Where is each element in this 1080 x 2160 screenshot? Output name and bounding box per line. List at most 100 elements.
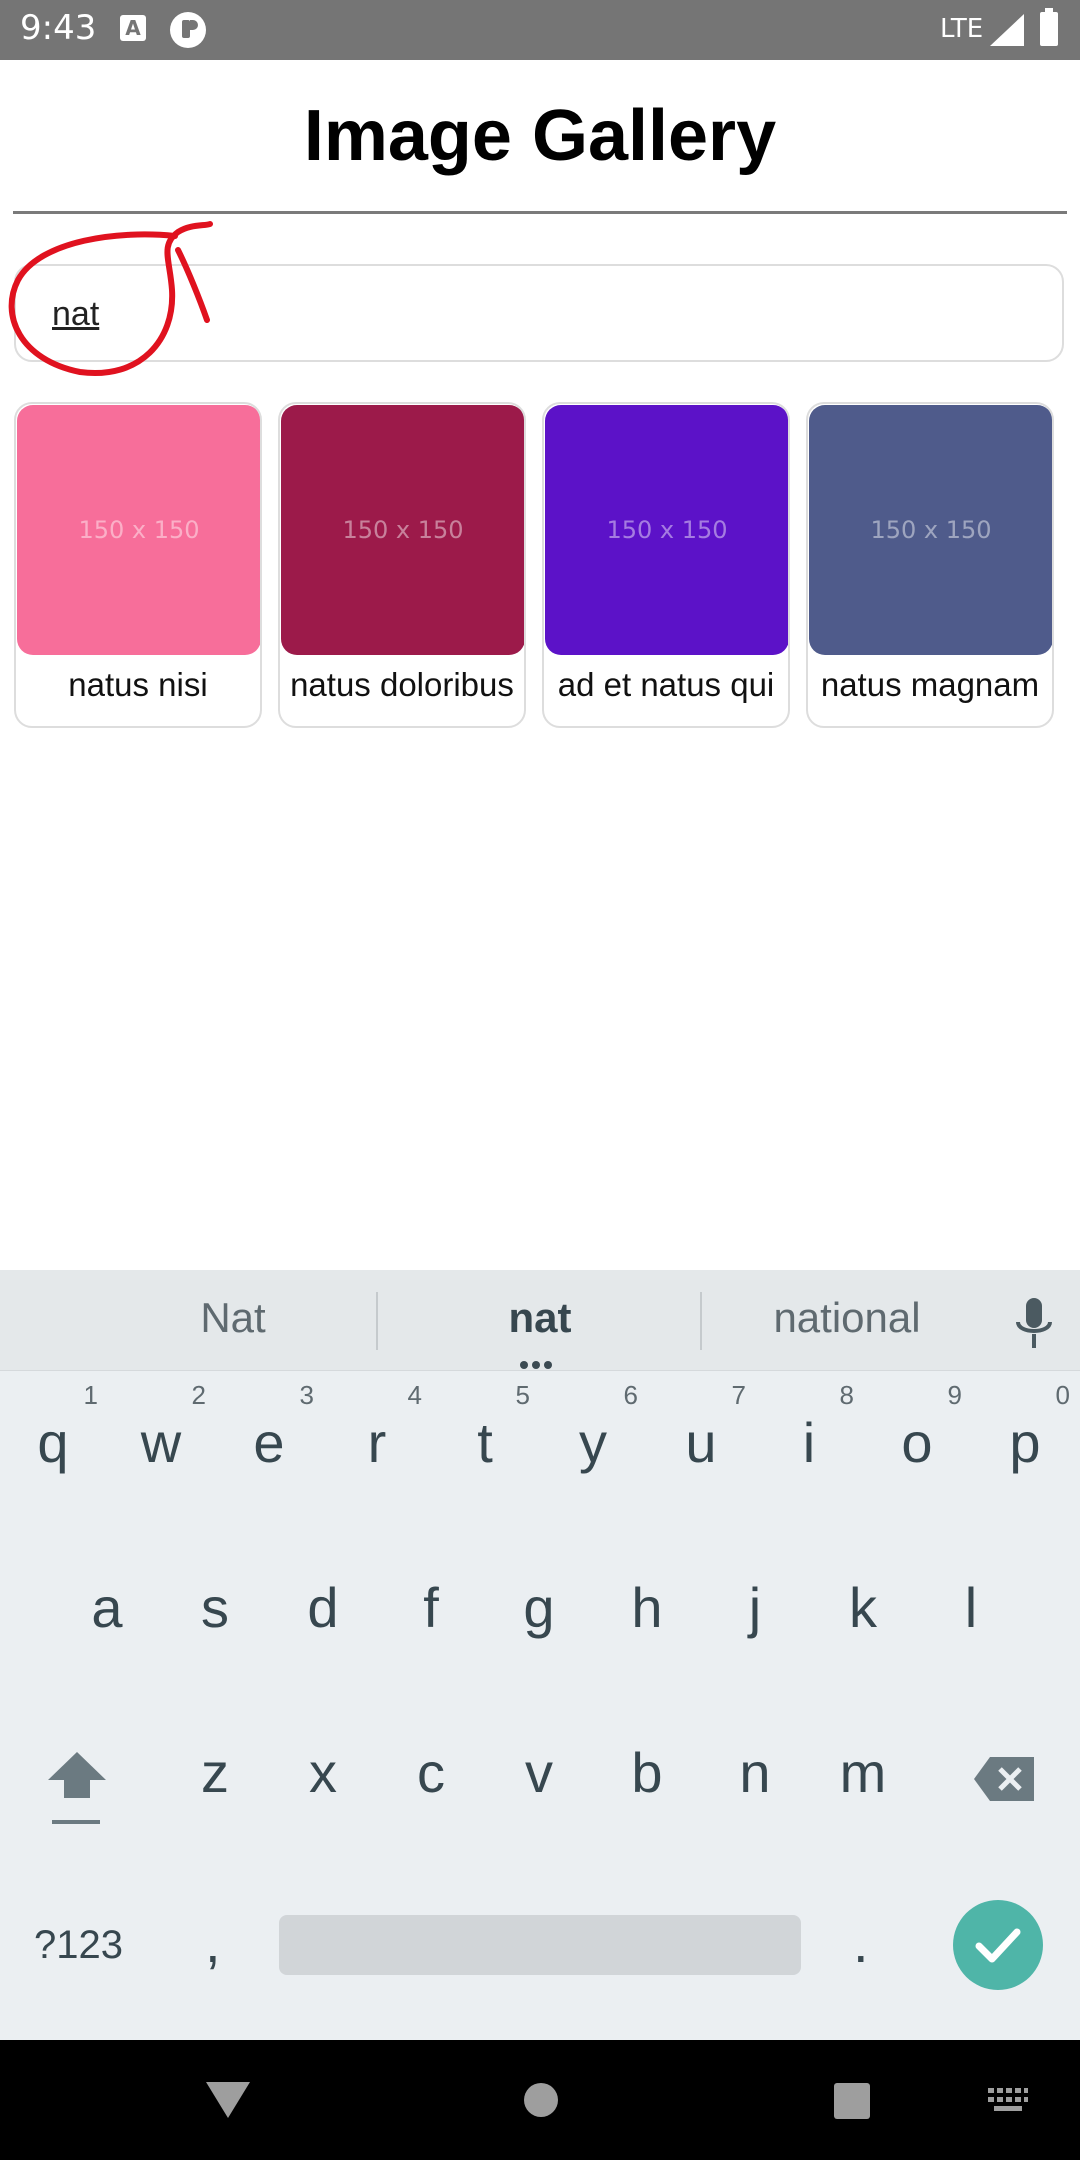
gallery-card[interactable]: 150 x 150 natus nisi [14,402,262,728]
gallery-card[interactable]: 150 x 150 ad et natus qui [542,402,790,728]
gallery-grid: 150 x 150 natus nisi 150 x 150 natus dol… [14,402,1068,732]
backspace-key[interactable] [972,1755,1036,1803]
key-w[interactable]: 2w [116,1380,206,1500]
header-divider [13,211,1067,214]
key-letter: z [201,1741,229,1804]
key-t[interactable]: 5t [440,1380,530,1500]
key-letter: c [417,1741,445,1804]
space-bar[interactable] [279,1915,801,1975]
card-caption: ad et natus qui [557,666,775,703]
key-j[interactable]: j [710,1545,800,1665]
key-g[interactable]: g [494,1545,584,1665]
key-e[interactable]: 3e [224,1380,314,1500]
key-b[interactable]: b [602,1710,692,1830]
key-number-hint: 4 [407,1380,422,1410]
key-l[interactable]: l [926,1545,1016,1665]
key-letter: o [901,1411,933,1474]
key-a[interactable]: a [62,1545,152,1665]
card-image: 150 x 150 [17,405,260,655]
key-letter: v [525,1741,553,1804]
key-number-hint: 0 [1055,1380,1070,1410]
navigation-bar [0,2040,1080,2160]
key-h[interactable]: h [602,1545,692,1665]
gallery-card[interactable]: 150 x 150 natus doloribus [278,402,526,728]
signal-icon [990,14,1024,46]
key-letter: f [423,1576,439,1639]
suggestion-item[interactable]: nat [460,1294,620,1342]
back-icon[interactable] [206,2082,250,2118]
suggestion-separator [376,1292,378,1350]
card-caption: natus magnam [820,666,1040,703]
shift-key[interactable] [42,1750,112,1840]
key-letter: u [685,1411,717,1474]
keyboard-switch-icon[interactable] [988,2088,1028,2114]
suggestion-item[interactable]: Nat [150,1294,316,1342]
card-caption: natus nisi [68,666,208,703]
key-letter: y [579,1411,607,1474]
card-image: 150 x 150 [809,405,1052,655]
key-letter: p [1009,1411,1041,1474]
recent-apps-icon[interactable] [834,2083,870,2119]
key-letter: q [37,1411,69,1474]
key-r[interactable]: 4r [332,1380,422,1500]
key-number-hint: 3 [299,1380,314,1410]
period-key[interactable]: . [853,1910,869,1975]
key-letter: a [91,1576,123,1639]
key-number-hint: 6 [623,1380,638,1410]
more-suggestions-dots[interactable] [520,1356,560,1369]
key-letter: t [477,1411,493,1474]
key-n[interactable]: n [710,1710,800,1830]
key-letter: k [849,1576,877,1639]
key-letter: l [964,1576,978,1639]
comma-key[interactable]: , [205,1910,221,1975]
gallery-card[interactable]: 150 x 150 natus magnam [806,402,1054,728]
key-c[interactable]: c [386,1710,476,1830]
checkmark-icon [975,1928,1021,1963]
annotation-circle [8,221,213,377]
key-letter: j [748,1576,762,1639]
symbols-key[interactable]: ?123 [34,1923,123,1968]
key-letter: d [307,1576,339,1639]
key-letter: s [201,1576,229,1639]
card-caption: natus doloribus [290,666,514,703]
key-letter: g [523,1576,555,1639]
microphone-icon[interactable] [1014,1298,1054,1350]
key-z[interactable]: z [170,1710,260,1830]
key-letter: w [140,1411,182,1474]
key-letter: e [253,1411,285,1474]
key-letter: b [631,1741,663,1804]
key-u[interactable]: 7u [656,1380,746,1500]
key-p[interactable]: 0p [980,1380,1070,1500]
notification-p-icon [170,12,206,48]
network-type: LTE [940,14,984,44]
status-time: 9:43 [20,8,97,48]
key-d[interactable]: d [278,1545,368,1665]
page-title: Image Gallery [303,96,777,176]
enter-key[interactable] [953,1900,1043,1990]
key-letter: m [839,1741,887,1804]
key-number-hint: 1 [83,1380,98,1410]
key-s[interactable]: s [170,1545,260,1665]
key-v[interactable]: v [494,1710,584,1830]
key-x[interactable]: x [278,1710,368,1830]
key-number-hint: 9 [947,1380,962,1410]
key-o[interactable]: 9o [872,1380,962,1500]
key-number-hint: 2 [191,1380,206,1410]
key-f[interactable]: f [386,1545,476,1665]
key-letter: n [739,1741,771,1804]
key-number-hint: 8 [839,1380,854,1410]
key-letter: i [802,1411,816,1474]
notification-a-icon: A [120,15,146,41]
key-number-hint: 7 [731,1380,746,1410]
key-q[interactable]: 1q [8,1380,98,1500]
key-k[interactable]: k [818,1545,908,1665]
card-image: 150 x 150 [281,405,524,655]
key-y[interactable]: 6y [548,1380,638,1500]
key-m[interactable]: m [818,1710,908,1830]
card-image: 150 x 150 [545,405,788,655]
key-letter: h [631,1576,663,1639]
key-i[interactable]: 8i [764,1380,854,1500]
home-icon[interactable] [524,2083,558,2117]
key-letter: x [309,1741,337,1804]
suggestion-item[interactable]: national [740,1294,954,1342]
